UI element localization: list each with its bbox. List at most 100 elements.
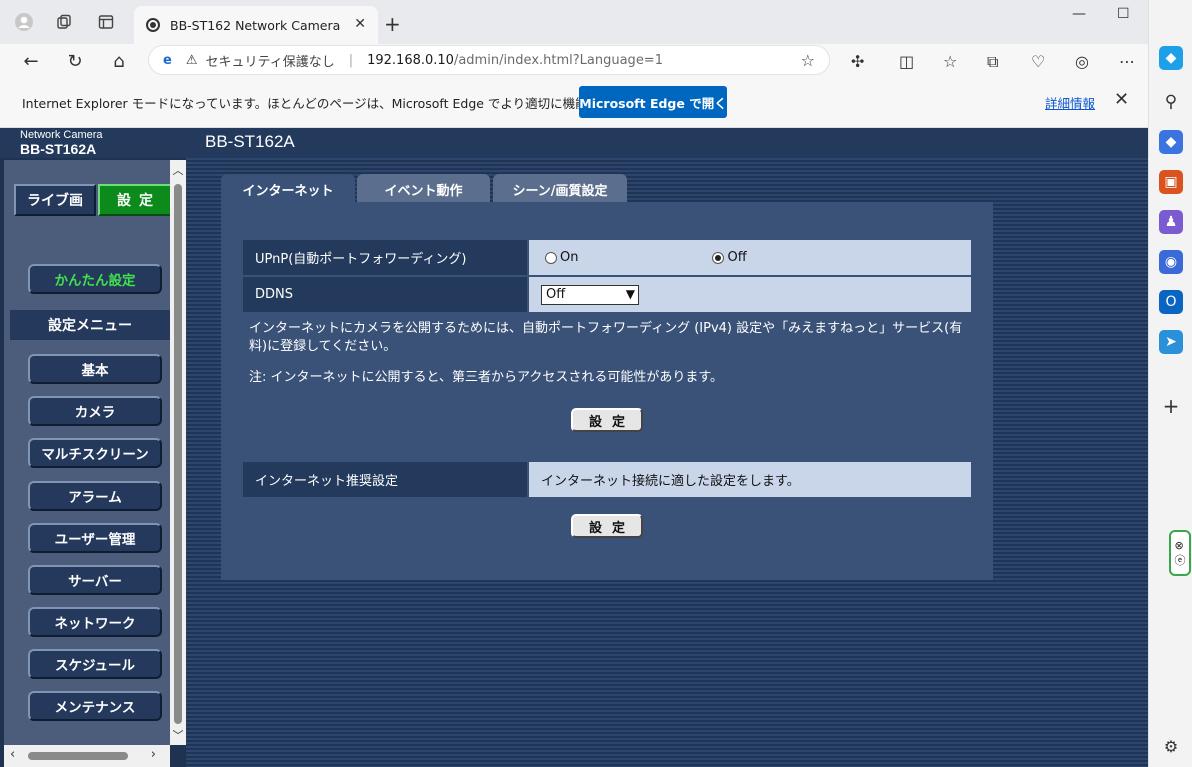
details-link[interactable]: 詳細情報: [1045, 93, 1095, 112]
send-icon[interactable]: ➤: [1159, 330, 1183, 354]
split-screen-icon[interactable]: ◫: [899, 52, 914, 71]
menu-item-schedule[interactable]: スケジュール: [28, 649, 162, 679]
scroll-right-icon[interactable]: ›: [151, 747, 156, 762]
brand-line1: Network Camera: [20, 129, 103, 141]
warning-note: 注: インターネットに公開すると、第三者からアクセスされる可能性があります。: [249, 370, 724, 385]
recommended-row: インターネット推奨設定 インターネット接続に適した設定をします。: [243, 462, 971, 497]
games-icon[interactable]: ♟: [1159, 210, 1183, 234]
radio-dot-selected[interactable]: [712, 251, 725, 264]
url-path: /admin/index.html?Language=1: [453, 52, 663, 68]
ddns-selected-value: Off: [546, 287, 566, 302]
upnp-label: UPnP(自動ポートフォワーディング): [243, 240, 527, 275]
url-host: 192.168.0.10: [367, 52, 454, 68]
close-tab-icon[interactable]: ✕: [354, 16, 366, 32]
ddns-row: DDNS Off ▼: [243, 277, 971, 312]
menu-item-basic[interactable]: 基本: [28, 354, 162, 384]
tab-title: BB-ST162 Network Camera: [170, 17, 341, 33]
ie-mode-icon[interactable]: e: [163, 53, 172, 68]
search-icon[interactable]: ⚲: [1159, 90, 1183, 114]
copilot-icon[interactable]: ◆: [1159, 46, 1183, 70]
browser-tab-strip: BB-ST162 Network Camera ✕ + — ☐ ✕: [0, 0, 1192, 44]
radio-dot[interactable]: [545, 251, 557, 264]
upnp-on-radio[interactable]: On: [545, 250, 578, 265]
internet-settings-panel: UPnP(自動ポートフォワーディング) On Off DDNS Off ▼ イン…: [221, 202, 993, 580]
ie-mode-infobar: Internet Explorer モードになっています。ほとんどのページは、M…: [0, 76, 1148, 128]
set-recommended-button[interactable]: 設定: [571, 514, 643, 538]
close-infobar-icon[interactable]: ✕: [1114, 89, 1129, 110]
open-in-edge-button[interactable]: Microsoft Edge で開く: [579, 86, 727, 118]
tab-actions-icon[interactable]: [94, 10, 118, 34]
profile-icon[interactable]: [12, 10, 36, 34]
security-status[interactable]: セキュリティ保護なし: [205, 51, 334, 70]
home-icon[interactable]: ⌂: [106, 48, 132, 74]
address-bar[interactable]: e ⚠ セキュリティ保護なし | 192.168.0.10/admin/inde…: [148, 45, 830, 75]
brand-line2: BB-ST162A: [20, 141, 97, 157]
tools-briefcase-icon[interactable]: ▣: [1159, 170, 1183, 194]
tab-scene-quality[interactable]: シーン/画質設定: [493, 174, 627, 204]
settings-gear-icon[interactable]: ⚙: [1159, 734, 1183, 758]
scroll-thumb[interactable]: [174, 184, 182, 724]
chevron-down-icon: ▼: [625, 286, 635, 301]
ddns-value-cell: Off ▼: [529, 277, 971, 312]
back-icon[interactable]: ←: [18, 48, 44, 74]
favorites-icon[interactable]: ☆: [943, 52, 957, 71]
workspaces-icon[interactable]: [52, 10, 76, 34]
ddns-label: DDNS: [243, 277, 527, 312]
set-button[interactable]: 設定: [571, 408, 643, 432]
favorite-star-icon[interactable]: ☆: [801, 51, 815, 70]
extensions-icon[interactable]: ✣: [851, 52, 864, 71]
new-tab-button[interactable]: +: [384, 12, 401, 36]
menu-item-maintenance[interactable]: メンテナンス: [28, 691, 162, 721]
collections-icon[interactable]: ⧉: [987, 52, 998, 72]
recommended-label: インターネット推奨設定: [243, 462, 527, 497]
browser-tab[interactable]: BB-ST162 Network Camera ✕: [134, 6, 378, 44]
model-title: BB-ST162A: [205, 132, 295, 151]
separator: |: [348, 52, 354, 68]
menu-heading: 設定メニュー: [10, 310, 170, 340]
ie-mode-message: Internet Explorer モードになっています。ほとんどのページは、M…: [22, 96, 637, 111]
upnp-options: On Off: [529, 240, 971, 275]
setup-button[interactable]: 設定: [98, 184, 172, 216]
menu-item-alarm[interactable]: アラーム: [28, 481, 162, 511]
tab-internet[interactable]: インターネット: [221, 174, 355, 204]
microsoft365-icon[interactable]: ◉: [1159, 250, 1183, 274]
upnp-on-label: On: [560, 250, 579, 265]
more-icon[interactable]: ⋯: [1119, 52, 1135, 71]
scroll-up-icon[interactable]: ︿: [170, 162, 186, 178]
maximize-icon[interactable]: ☐: [1117, 6, 1130, 22]
menu-item-network[interactable]: ネットワーク: [28, 607, 162, 637]
minimize-icon[interactable]: —: [1072, 6, 1086, 22]
copilot-edge-icon[interactable]: ◎: [1075, 52, 1089, 71]
left-menu-horizontal-scrollbar[interactable]: ‹ ›: [4, 745, 170, 767]
outlook-icon[interactable]: O: [1159, 290, 1183, 314]
internet-note: インターネットにカメラを公開するためには、自動ポートフォワーディング (IPv4…: [249, 321, 963, 354]
camera-header: Network Camera BB-ST162A BB-ST162A: [0, 128, 1148, 158]
upnp-off-radio[interactable]: Off: [712, 250, 747, 265]
recommended-value: インターネット接続に適した設定をします。: [529, 462, 971, 497]
upnp-row: UPnP(自動ポートフォワーディング) On Off: [243, 240, 971, 275]
easy-setup-button[interactable]: かんたん設定: [28, 264, 162, 294]
hscroll-thumb[interactable]: [28, 752, 128, 760]
browser-essentials-icon[interactable]: ♡: [1031, 52, 1045, 71]
ddns-select[interactable]: Off ▼: [541, 284, 639, 305]
scroll-left-icon[interactable]: ‹: [10, 747, 15, 762]
add-sidebar-icon[interactable]: +: [1159, 394, 1183, 418]
address-bar-row: ← ↻ ⌂ e ⚠ セキュリティ保護なし | 192.168.0.10/admi…: [0, 44, 1148, 76]
left-menu: ライブ画 設定 かんたん設定 設定メニュー 基本 カメラ マルチスクリーン アラ…: [4, 160, 172, 745]
camera-favicon-icon: [146, 18, 160, 32]
refresh-icon[interactable]: ↻: [62, 48, 88, 74]
menu-item-multiscreen[interactable]: マルチスクリーン: [28, 438, 162, 468]
left-menu-frame: ライブ画 設定 かんたん設定 設定メニュー 基本 カメラ マルチスクリーン アラ…: [0, 158, 186, 767]
scroll-down-icon[interactable]: ﹀: [170, 727, 186, 743]
ie-panel-icon[interactable]: ⊗ ⓔ: [1169, 530, 1191, 576]
left-menu-vertical-scrollbar[interactable]: ︿ ﹀: [170, 160, 186, 745]
edge-sidebar: ◆ ⚲ ◆ ▣ ♟ ◉ O ➤ + ⊗ ⓔ ⚙: [1148, 0, 1192, 767]
warning-icon[interactable]: ⚠: [186, 53, 198, 68]
menu-item-camera[interactable]: カメラ: [28, 396, 162, 426]
camera-page: Network Camera BB-ST162A BB-ST162A ライブ画 …: [0, 128, 1148, 767]
live-view-button[interactable]: ライブ画: [14, 184, 96, 216]
shopping-tag-icon[interactable]: ◆: [1159, 130, 1183, 154]
tab-event-action[interactable]: イベント動作: [357, 174, 490, 204]
menu-item-server[interactable]: サーバー: [28, 565, 162, 595]
menu-item-user-management[interactable]: ユーザー管理: [28, 523, 162, 553]
